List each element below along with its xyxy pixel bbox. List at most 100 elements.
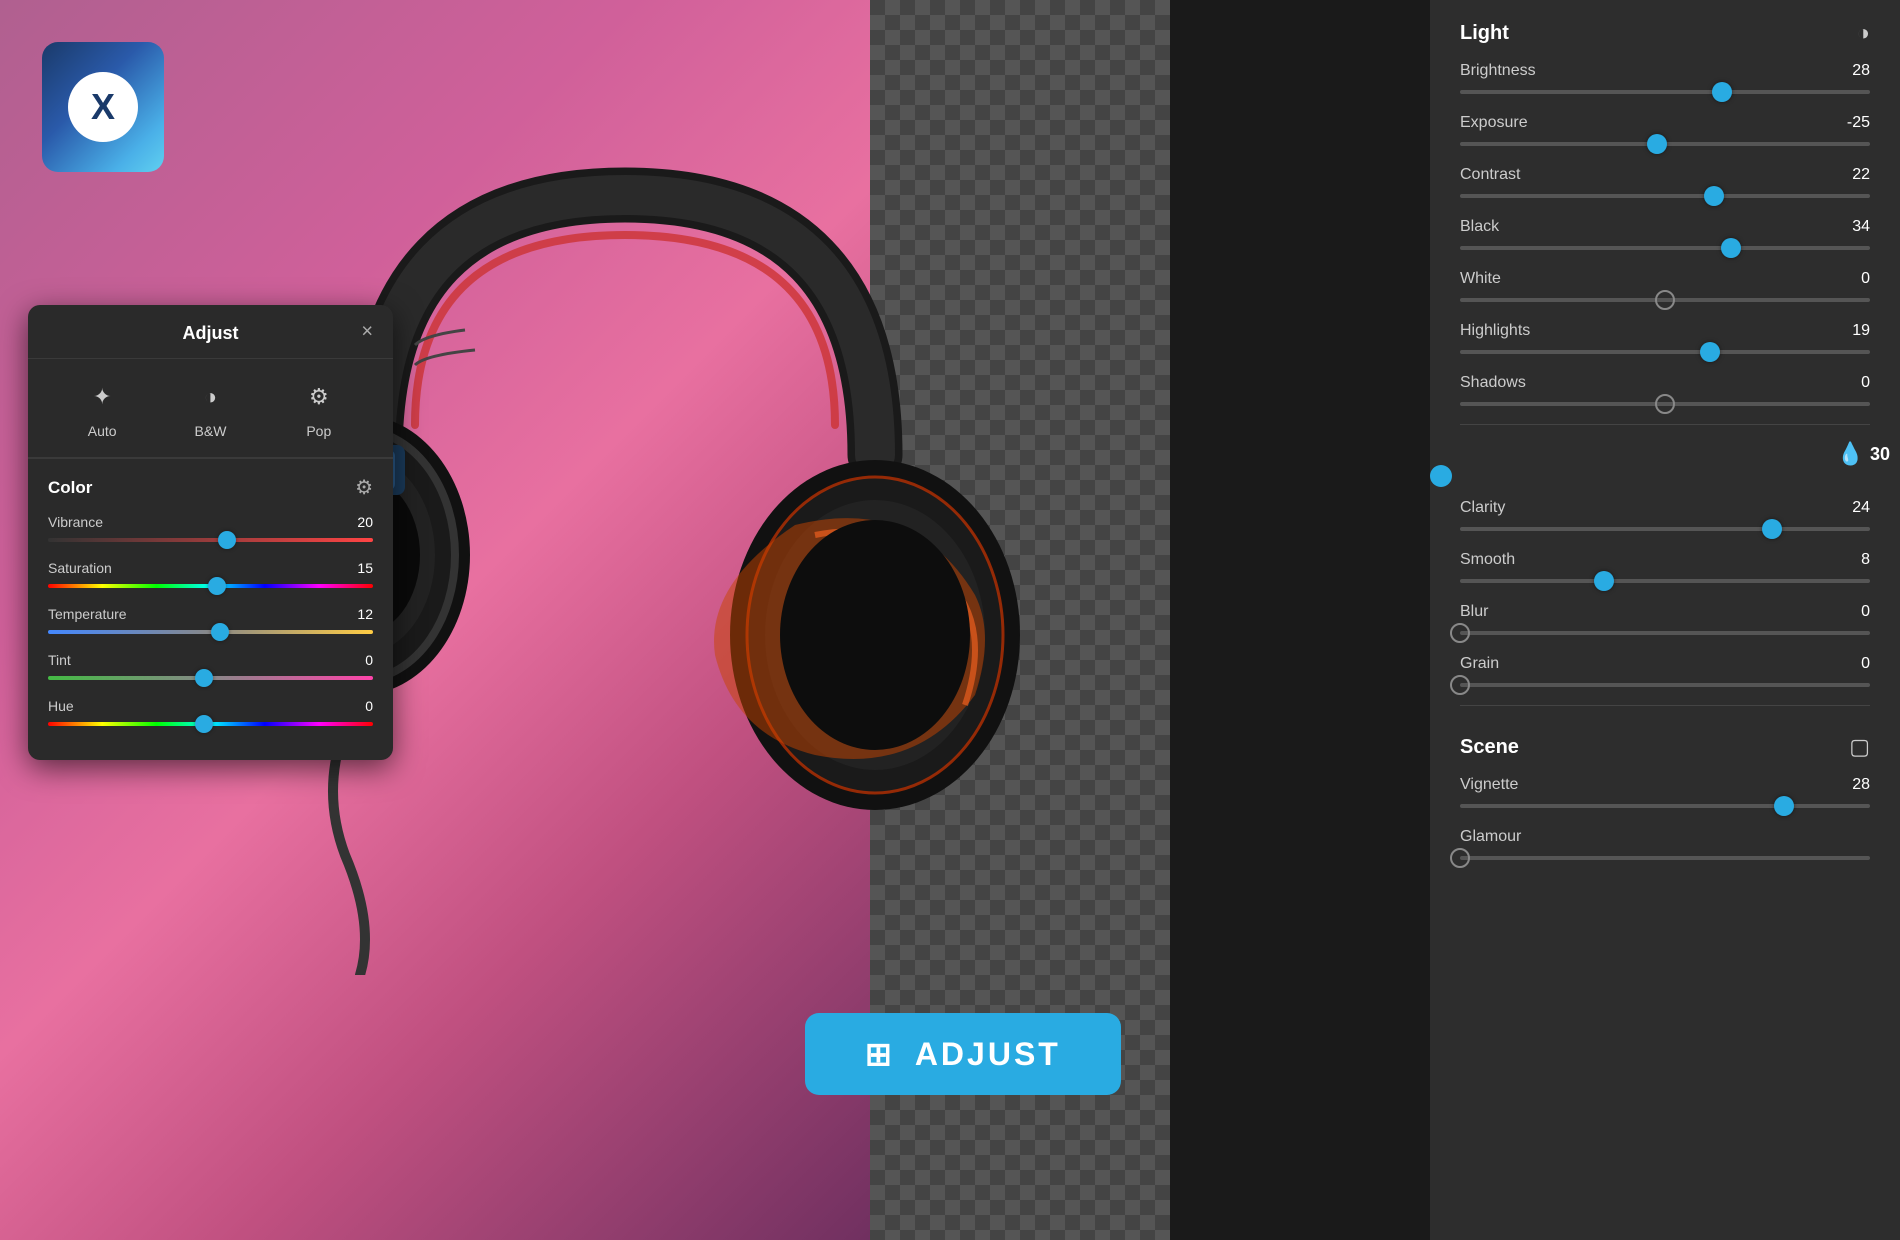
brightness-label: Brightness [1460,62,1536,80]
mode-pop[interactable]: ⚙ Pop [299,377,339,439]
shadows-thumb[interactable] [1655,394,1675,414]
exposure-slider-row: Exposure -25 [1430,104,1900,156]
adjust-btn-icon: ⊞ [865,1035,895,1073]
mode-bw[interactable]: ◑ B&W [190,377,230,439]
smooth-slider-row: Smooth 8 [1430,541,1900,593]
glamour-track[interactable] [1460,856,1870,860]
hue-track[interactable] [48,722,373,726]
tint-slider-row: Tint 0 [28,648,393,694]
brightness-track[interactable] [1460,90,1870,94]
temperature-value: 12 [357,606,373,622]
black-label: Black [1460,218,1499,236]
saturation-label: Saturation [48,560,112,576]
highlights-thumb[interactable] [1700,342,1720,362]
vignette-label: Vignette [1460,776,1518,794]
exposure-value: -25 [1847,114,1870,132]
saturation-slider-row: Saturation 15 [28,556,393,602]
mode-auto-label: Auto [88,423,117,439]
adjust-btn-label: ADJUST [915,1036,1061,1073]
vignette-slider-row: Vignette 28 [1430,766,1900,818]
glamour-thumb[interactable] [1450,848,1470,868]
highlights-label: Highlights [1460,322,1530,340]
color-settings-icon[interactable]: ⚙ [355,475,373,500]
vibrance-slider-row: Vibrance 20 [28,510,393,556]
glamour-slider-row: Glamour [1430,818,1900,870]
adjust-panel-header: Adjust × [28,305,393,359]
scene-section-icon: ▢ [1849,734,1870,760]
exposure-label: Exposure [1460,114,1528,132]
black-thumb[interactable] [1721,238,1741,258]
hue-value: 0 [365,698,373,714]
shadows-value: 0 [1861,374,1870,392]
highlights-track[interactable] [1460,350,1870,354]
temperature-track[interactable] [48,630,373,634]
shadows-track[interactable] [1460,402,1870,406]
grain-track[interactable] [1460,683,1870,687]
vignette-track[interactable] [1460,804,1870,808]
contrast-label: Contrast [1460,166,1520,184]
black-value: 34 [1852,218,1870,236]
adjust-modes-row: ✦ Auto ◑ B&W ⚙ Pop [28,359,393,459]
white-slider-row: White 0 [1430,260,1900,312]
vibrance-track[interactable] [48,538,373,542]
vibrance-label: Vibrance [48,514,103,530]
exposure-thumb[interactable] [1647,134,1667,154]
hue-thumb[interactable] [195,715,213,733]
vibrance-value: 20 [357,514,373,530]
white-thumb[interactable] [1655,290,1675,310]
contrast-track[interactable] [1460,194,1870,198]
mode-auto[interactable]: ✦ Auto [82,377,122,439]
highlights-slider-row: Highlights 19 [1430,312,1900,364]
vibrance-thumb[interactable] [218,531,236,549]
temperature-label: Temperature [48,606,127,622]
brightness-slider-row: Brightness 28 [1430,52,1900,104]
adjust-panel: Adjust × ✦ Auto ◑ B&W ⚙ Pop Color ⚙ Vibr… [28,305,393,760]
saturation-thumb[interactable] [208,577,226,595]
mode-pop-label: Pop [306,423,331,439]
tint-label: Tint [48,652,71,668]
adjust-button[interactable]: ⊞ ADJUST [805,1013,1121,1095]
clarity-track[interactable] [1460,527,1870,531]
white-track[interactable] [1460,298,1870,302]
brightness-thumb[interactable] [1712,82,1732,102]
vignette-thumb[interactable] [1774,796,1794,816]
black-slider-row: Black 34 [1430,208,1900,260]
black-track[interactable] [1460,246,1870,250]
smooth-thumb[interactable] [1594,571,1614,591]
grain-thumb[interactable] [1450,675,1470,695]
blur-label: Blur [1460,603,1488,621]
droplet-icon: 💧 [1837,441,1864,467]
blur-value: 0 [1861,603,1870,621]
tint-thumb[interactable] [195,669,213,687]
clarity-thumb[interactable] [1762,519,1782,539]
scroll-thumb-area [1430,471,1900,481]
scene-section-title: Scene [1460,736,1519,759]
hue-slider-row: Hue 0 [28,694,393,740]
color-section-title: Color [48,478,92,498]
right-panel: Light ◑ Brightness 28 Exposure -25 Contr… [1430,0,1900,1240]
scroll-position-thumb[interactable] [1430,465,1452,487]
adjust-close-button[interactable]: × [361,320,373,343]
blur-thumb[interactable] [1450,623,1470,643]
auto-icon: ✦ [82,377,122,417]
scroll-area: 💧 30 [1430,433,1900,467]
blur-slider-row: Blur 0 [1430,593,1900,645]
temperature-slider-row: Temperature 12 [28,602,393,648]
clarity-label: Clarity [1460,499,1505,517]
temperature-thumb[interactable] [211,623,229,641]
highlights-value: 19 [1852,322,1870,340]
contrast-thumb[interactable] [1704,186,1724,206]
glamour-label: Glamour [1460,828,1521,846]
exposure-track[interactable] [1460,142,1870,146]
contrast-value: 22 [1852,166,1870,184]
smooth-value: 8 [1861,551,1870,569]
divider-2 [1460,705,1870,706]
hue-label: Hue [48,698,74,714]
app-logo[interactable]: X [42,42,164,172]
smooth-track[interactable] [1460,579,1870,583]
blur-track[interactable] [1460,631,1870,635]
saturation-track[interactable] [48,584,373,588]
brightness-value: 28 [1852,62,1870,80]
tint-track[interactable] [48,676,373,680]
clarity-slider-row: Clarity 24 [1430,489,1900,541]
